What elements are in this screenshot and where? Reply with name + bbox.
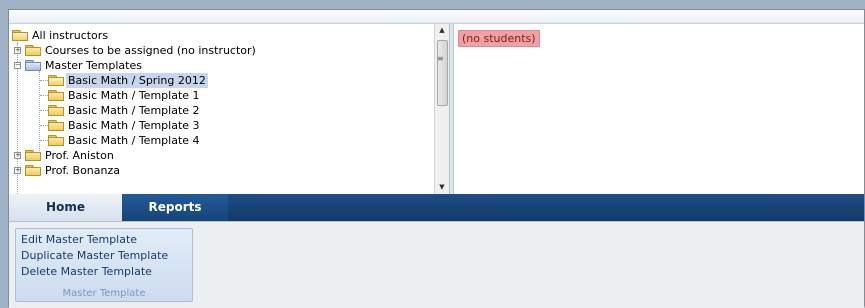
instructor-tree-pane: All instructors + Courses to be assigned…	[9, 24, 434, 194]
folder-open-icon	[12, 30, 28, 41]
tree-item-basic-math-template-2[interactable]: Basic Math / Template 2	[12, 103, 312, 118]
scroll-up-arrow-icon[interactable]: ▲	[435, 24, 449, 37]
tree-item-prof-aniston[interactable]: + Prof. Aniston	[12, 148, 312, 163]
scroll-grip-icon: ≡	[437, 54, 444, 63]
folder-open-icon	[48, 75, 64, 86]
tree-item-master-templates[interactable]: − Master Templates	[12, 58, 312, 73]
folder-open-icon	[25, 60, 41, 71]
expand-icon[interactable]: +	[14, 47, 21, 54]
tree-branch-line	[40, 125, 48, 126]
folder-icon	[25, 150, 41, 161]
folder-icon	[48, 105, 64, 116]
delete-master-template-button[interactable]: Delete Master Template	[21, 264, 152, 279]
tree-item-basic-math-template-4[interactable]: Basic Math / Template 4	[12, 133, 312, 148]
tree-branch-line	[40, 80, 48, 81]
tree-item-basic-math-template-1[interactable]: Basic Math / Template 1	[12, 88, 312, 103]
top-bar	[9, 10, 864, 24]
tree-item-label: Basic Math / Template 2	[68, 104, 200, 117]
tree-branch-line	[40, 110, 48, 111]
tree-item-basic-math-spring-2012[interactable]: Basic Math / Spring 2012	[12, 73, 312, 88]
tree-item-label: Basic Math / Template 4	[68, 134, 200, 147]
tree-item-basic-math-template-3[interactable]: Basic Math / Template 3	[12, 118, 312, 133]
collapse-icon[interactable]: −	[14, 62, 21, 69]
students-pane: (no students)	[454, 24, 864, 194]
folder-icon	[48, 90, 64, 101]
tree-item-label: All instructors	[32, 29, 109, 42]
tree-item-label: Basic Math / Template 1	[68, 89, 200, 102]
instructor-tree: All instructors + Courses to be assigned…	[12, 28, 312, 194]
group-title: Master Template	[62, 288, 146, 299]
tree-branch-line	[40, 140, 48, 141]
app-frame: All instructors + Courses to be assigned…	[8, 9, 865, 308]
tree-item-label: Basic Math / Spring 2012	[66, 73, 208, 88]
expand-icon[interactable]: +	[14, 167, 21, 174]
folder-icon	[48, 135, 64, 146]
tree-item-label: Courses to be assigned (no instructor)	[45, 44, 256, 57]
tab-reports[interactable]: Reports	[122, 194, 228, 221]
ribbon-body: Edit Master Template Duplicate Master Te…	[9, 221, 864, 308]
tree-item-label: Master Templates	[45, 59, 142, 72]
master-template-group: Edit Master Template Duplicate Master Te…	[15, 228, 193, 302]
tree-scrollbar[interactable]: ▲ ≡ ▼	[434, 24, 449, 194]
tree-item-label: Prof. Aniston	[45, 149, 114, 162]
tree-branch-line	[40, 95, 48, 96]
ribbon-tab-bar: Home Reports	[9, 194, 864, 221]
tree-item-label: Prof. Bonanza	[45, 164, 120, 177]
scroll-down-arrow-icon[interactable]: ▼	[435, 181, 449, 194]
edit-master-template-button[interactable]: Edit Master Template	[21, 232, 137, 247]
folder-icon	[48, 120, 64, 131]
scroll-thumb[interactable]	[437, 40, 448, 106]
folder-icon	[25, 165, 41, 176]
tree-item-courses-to-be-assigned[interactable]: + Courses to be assigned (no instructor)	[12, 43, 312, 58]
no-students-badge: (no students)	[458, 30, 540, 47]
folder-icon	[25, 45, 41, 56]
tree-item-label: Basic Math / Template 3	[68, 119, 200, 132]
expand-icon[interactable]: +	[14, 152, 21, 159]
tree-item-all-instructors[interactable]: All instructors	[12, 28, 312, 43]
duplicate-master-template-button[interactable]: Duplicate Master Template	[21, 248, 168, 263]
tab-home[interactable]: Home	[9, 194, 123, 221]
tree-item-prof-bonanza[interactable]: + Prof. Bonanza	[12, 163, 312, 178]
